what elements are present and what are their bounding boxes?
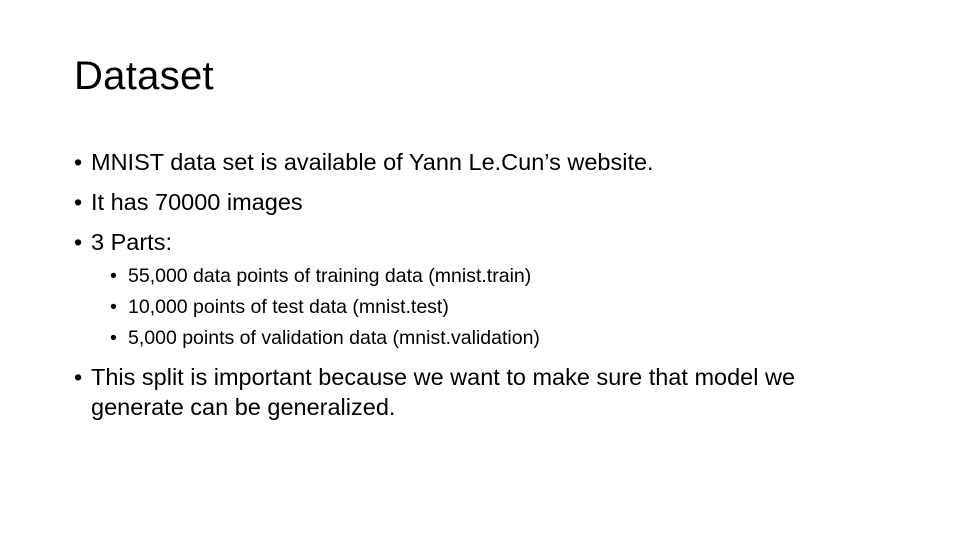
sub-bullet-text: 55,000 data points of training data (mni…	[128, 265, 532, 287]
bullet-icon: •	[74, 149, 83, 175]
bullet-icon: •	[110, 327, 117, 349]
bullet-item: • It has 70000 images	[74, 187, 894, 217]
bullet-text: MNIST data set is available of Yann Le.C…	[91, 149, 654, 175]
bullet-icon: •	[110, 265, 117, 287]
sub-bullet-item: • 10,000 points of test data (mnist.test…	[110, 295, 449, 319]
sub-bullet-item: • 55,000 data points of training data (m…	[110, 264, 531, 288]
sub-bullet-text: 10,000 points of test data (mnist.test)	[128, 296, 449, 318]
bullet-item: • MNIST data set is available of Yann Le…	[74, 147, 894, 177]
sub-bullet-item: • 5,000 points of validation data (mnist…	[110, 326, 540, 350]
bullet-text: It has 70000 images	[91, 189, 303, 215]
bullet-item: • This split is important because we wan…	[74, 362, 874, 422]
bullet-icon: •	[110, 296, 117, 318]
slide-title: Dataset	[74, 54, 214, 98]
bullet-icon: •	[74, 364, 83, 390]
bullet-text: This split is important because we want …	[91, 364, 802, 420]
bullet-text: 3 Parts:	[91, 229, 172, 255]
bullet-icon: •	[74, 189, 83, 215]
bullet-icon: •	[74, 229, 83, 255]
sub-bullet-text: 5,000 points of validation data (mnist.v…	[128, 327, 540, 349]
bullet-item: • 3 Parts:	[74, 227, 894, 257]
